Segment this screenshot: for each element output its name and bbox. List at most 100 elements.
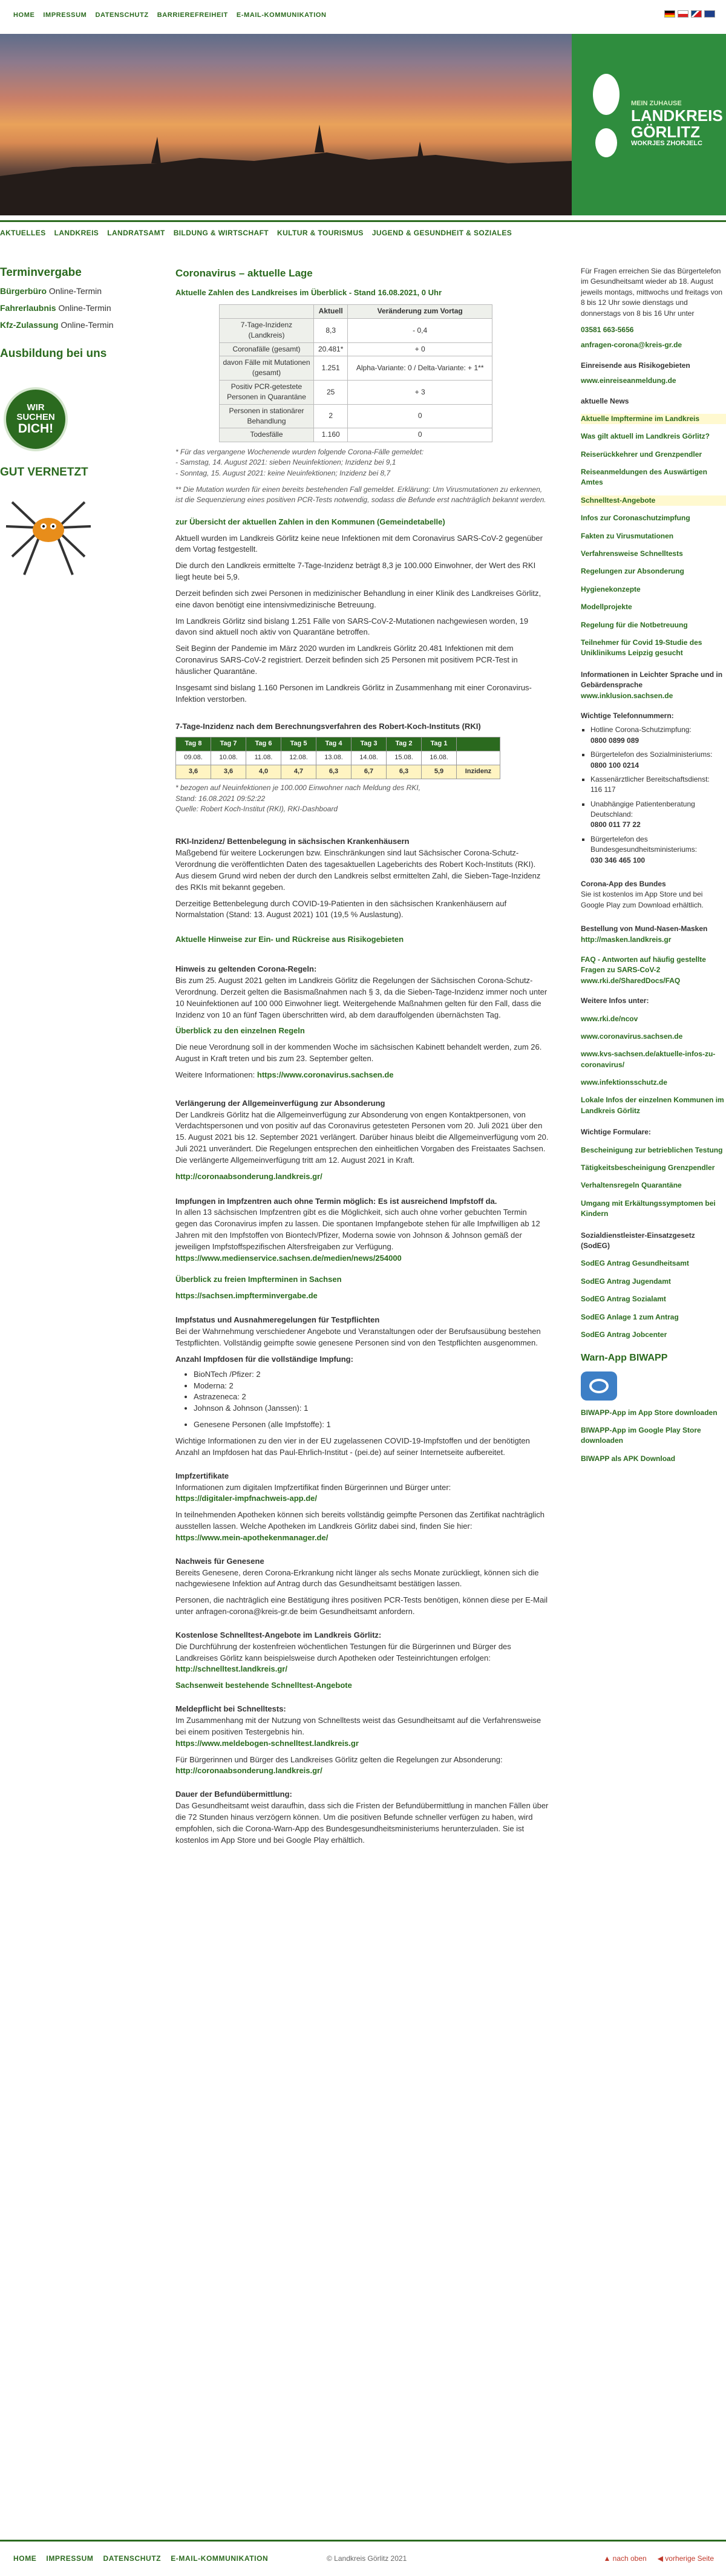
info-link[interactable]: www.coronavirus.sachsen.de	[581, 1031, 726, 1042]
sodeg-link[interactable]: SodEG Antrag Jugendamt	[581, 1277, 726, 1287]
page-title: Coronavirus – aktuelle Lage	[175, 267, 313, 279]
news-link[interactable]: Infos zur Coronaschutzimpfung	[581, 513, 726, 523]
info-link[interactable]: www.infektionsschutz.de	[581, 1077, 726, 1088]
news-link[interactable]: Regelungen zur Absonderung	[581, 566, 726, 577]
sodeg-link[interactable]: SodEG Antrag Jobcenter	[581, 1330, 726, 1340]
schnelltest-link[interactable]: http://schnelltest.landkreis.gr/	[175, 1664, 551, 1675]
biwapp-logo-icon[interactable]	[581, 1371, 617, 1401]
paragraph: Bei der Wahrnehmung verschiedener Angebo…	[175, 1327, 541, 1348]
cell: 7-Tage-Inzidenz (Landkreis)	[219, 318, 314, 343]
biwapp-link[interactable]: BIWAPP-App im App Store downloaden	[581, 1408, 726, 1418]
news-link[interactable]: Aktuelle Impftermine im Landkreis	[581, 413, 726, 425]
service-kfz[interactable]: Kfz-Zulassung Online-Termin	[0, 319, 159, 331]
top-nav-barrierefreiheit[interactable]: BARRIEREFREIHEIT	[157, 11, 228, 21]
coronavirus-sachsen-link[interactable]: https://www.coronavirus.sachsen.de	[257, 1070, 394, 1079]
news-link[interactable]: Reiserückkehrer und Grenzpendler	[581, 449, 726, 460]
biwapp-link[interactable]: BIWAPP als APK Download	[581, 1454, 726, 1464]
top-nav-email[interactable]: E-MAIL-KOMMUNIKATION	[237, 11, 327, 21]
tel-number[interactable]: 0800 100 0214	[590, 761, 639, 770]
news-link[interactable]: Regelung für die Notbetreuung	[581, 620, 726, 630]
sodeg-link[interactable]: SodEG Anlage 1 zum Antrag	[581, 1312, 726, 1322]
service-buergerbuero[interactable]: Bürgerbüro Online-Termin	[0, 285, 159, 297]
main-nav-landratsamt[interactable]: LANDRATSAMT	[107, 228, 165, 238]
city-skyline	[0, 125, 572, 215]
news-link[interactable]: Schnelltest-Angebote	[581, 495, 726, 506]
cell: 11.08.	[246, 751, 281, 766]
note: Stand: 16.08.2021 09:52:22	[175, 794, 266, 803]
biwapp-link[interactable]: BIWAPP-App im Google Play Store download…	[581, 1425, 726, 1447]
top-nav-impressum[interactable]: IMPRESSUM	[43, 11, 87, 21]
top-nav-home[interactable]: HOME	[13, 11, 34, 21]
impfterminvergabe-link[interactable]: https://sachsen.impfterminvergabe.de	[175, 1290, 551, 1302]
news-link[interactable]: Teilnehmer für Covid 19-Studie des Unikl…	[581, 638, 726, 659]
landkreis-logo[interactable]: MEIN ZUHAUSE LANDKREIS GÖRLITZ WOKRJES Z…	[572, 34, 726, 215]
form-link[interactable]: Verhaltensregeln Quarantäne	[581, 1180, 726, 1191]
flag-cz-icon[interactable]	[691, 10, 702, 18]
spider-network-icon[interactable]	[0, 478, 159, 581]
wir-suchen-dich-badge[interactable]: WIR SUCHEN DICH!	[4, 387, 68, 451]
news-link[interactable]: Verfahrensweise Schnelltests	[581, 549, 726, 559]
main-nav-jugend[interactable]: JUGEND & GESUNDHEIT & SOZIALES	[372, 228, 512, 238]
main-nav-landkreis[interactable]: LANDKREIS	[54, 228, 99, 238]
news-link[interactable]: Fakten zu Virusmutationen	[581, 531, 726, 541]
masken-link[interactable]: http://masken.landkreis.gr	[581, 935, 726, 945]
hero-banner: MEIN ZUHAUSE LANDKREIS GÖRLITZ WOKRJES Z…	[0, 34, 726, 215]
medienservice-link[interactable]: https://www.medienservice.sachsen.de/med…	[175, 1253, 551, 1264]
hotline-phone[interactable]: 03581 663-5656	[581, 325, 726, 335]
flag-uk-icon[interactable]	[704, 10, 715, 18]
apothekenmanager-link[interactable]: https://www.mein-apothekenmanager.de/	[175, 1532, 551, 1544]
news-link[interactable]: Reiseanmeldungen des Auswärtigen Amtes	[581, 467, 726, 488]
inklusion-link[interactable]: www.inklusion.sachsen.de	[581, 691, 726, 701]
section-heading: Verlängerung der Allgemeinverfügung zur …	[175, 1098, 385, 1108]
freie-impftermine-link[interactable]: Überblick zu freien Impfterminen in Sach…	[175, 1274, 551, 1286]
sodeg-link[interactable]: SodEG Antrag Gesundheitsamt	[581, 1258, 726, 1269]
info-link[interactable]: www.rki.de/ncov	[581, 1014, 726, 1024]
tel-number[interactable]: 116 117	[590, 785, 616, 794]
hotline-mail-link[interactable]: anfragen-corona@kreis-gr.de	[581, 340, 726, 350]
absonderung-link-2[interactable]: http://coronaabsonderung.landkreis.gr/	[175, 1765, 551, 1777]
tel-number[interactable]: 0800 0899 089	[590, 736, 639, 745]
info-link[interactable]: Lokale Infos der einzelnen Kommunen im L…	[581, 1095, 726, 1116]
news-link[interactable]: Modellprojekte	[581, 602, 726, 612]
flag-de-icon[interactable]	[664, 10, 675, 18]
faq-link[interactable]: FAQ - Antworten auf häufig gestellte Fra…	[581, 955, 726, 976]
flag-pl-icon[interactable]	[678, 10, 688, 18]
einreiseanmeldung-link[interactable]: www.einreiseanmeldung.de	[581, 376, 726, 386]
footer-datenschutz[interactable]: DATENSCHUTZ	[103, 2554, 161, 2564]
form-link[interactable]: Tätigkeitsbescheinigung Grenzpendler	[581, 1163, 726, 1173]
news-link[interactable]: Was gilt aktuell im Landkreis Görlitz?	[581, 431, 726, 442]
footer-impressum[interactable]: IMPRESSUM	[46, 2554, 93, 2564]
sachsenweit-schnelltest-link[interactable]: Sachsenweit bestehende Schnelltest-Angeb…	[175, 1680, 551, 1692]
cell: + 0	[347, 342, 492, 357]
regeln-link[interactable]: Überblick zu den einzelnen Regeln	[175, 1025, 551, 1037]
sodeg-link[interactable]: SodEG Antrag Sozialamt	[581, 1294, 726, 1304]
list-item: Unabhängige Patientenberatung Deutschlan…	[590, 799, 726, 831]
service-fahrerlaubnis[interactable]: Fahrerlaubnis Online-Termin	[0, 302, 159, 314]
tel-number[interactable]: 0800 011 77 22	[590, 820, 641, 829]
form-link[interactable]: Bescheinigung zur betrieblichen Testung	[581, 1145, 726, 1156]
info-link[interactable]: www.kvs-sachsen.de/aktuelle-infos-zu-cor…	[581, 1049, 726, 1070]
cell: 6,7	[351, 765, 387, 780]
main-nav-aktuelles[interactable]: AKTUELLES	[0, 228, 46, 238]
form-link[interactable]: Umgang mit Erkältungssymptomen bei Kinde…	[581, 1198, 726, 1220]
cell: 10.08.	[211, 751, 246, 766]
rki-source-link[interactable]: Quelle: Robert Koch-Institut (RKI), RKI-…	[175, 804, 551, 814]
section-heading: Kostenlose Schnelltest-Angebote im Landk…	[175, 1630, 382, 1639]
top-nav-datenschutz[interactable]: DATENSCHUTZ	[95, 11, 148, 21]
paragraph: Im Landkreis Görlitz sind bislang 1.251 …	[175, 616, 529, 637]
nach-oben-link[interactable]: ▲ nach oben	[603, 2554, 646, 2564]
vorherige-seite-link[interactable]: ◀ vorherige Seite	[658, 2554, 714, 2564]
faq-rki-link[interactable]: www.rki.de/SharedDocs/FAQ	[581, 976, 726, 986]
impfnachweis-link[interactable]: https://digitaler-impfnachweis-app.de/	[175, 1493, 551, 1505]
main-nav-kultur[interactable]: KULTUR & TOURISMUS	[277, 228, 364, 238]
footer-home[interactable]: HOME	[13, 2554, 36, 2564]
einreise-link[interactable]: Aktuelle Hinweise zur Ein- und Rückreise…	[175, 934, 551, 946]
absonderung-link[interactable]: http://coronaabsonderung.landkreis.gr/	[175, 1171, 551, 1183]
footer-email[interactable]: E-MAIL-KOMMUNIKATION	[171, 2554, 268, 2564]
meldebogen-link[interactable]: https://www.meldebogen-schnelltest.landk…	[175, 1738, 551, 1750]
news-link[interactable]: Hygienekonzepte	[581, 584, 726, 595]
gemeindetabelle-link[interactable]: zur Übersicht der aktuellen Zahlen in de…	[175, 517, 551, 528]
paragraph: Bis zum 25. August 2021 gelten im Landkr…	[175, 975, 548, 1019]
main-nav-bildung[interactable]: BILDUNG & WIRTSCHAFT	[174, 228, 269, 238]
tel-number[interactable]: 030 346 465 100	[590, 856, 645, 865]
